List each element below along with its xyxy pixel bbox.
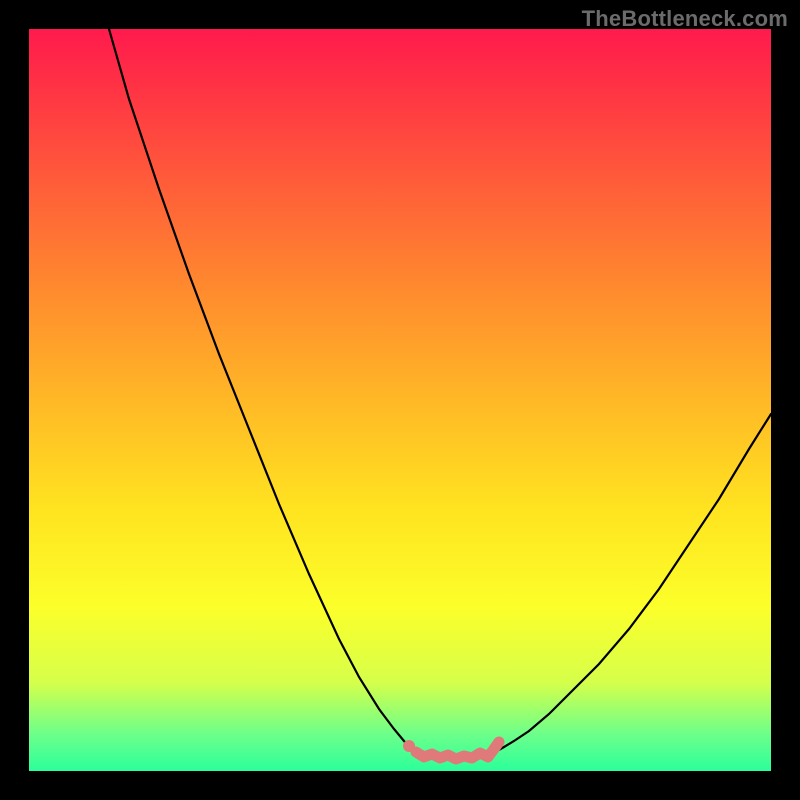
plot-svg bbox=[29, 29, 771, 771]
curve-left bbox=[109, 29, 411, 749]
marker-squiggle bbox=[416, 742, 499, 759]
curve-right bbox=[497, 414, 771, 751]
watermark-text: TheBottleneck.com bbox=[582, 6, 788, 32]
chart-area bbox=[29, 29, 771, 771]
